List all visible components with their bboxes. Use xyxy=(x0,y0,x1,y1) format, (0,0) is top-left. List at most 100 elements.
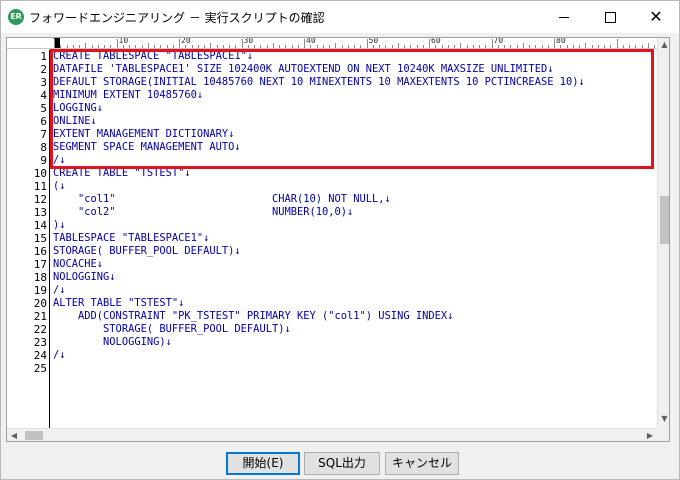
code-line[interactable]: "col2" NUMBER(10,0)↓ xyxy=(53,206,353,219)
ruler-tick xyxy=(397,43,399,48)
code-line[interactable]: /↓ xyxy=(53,349,66,362)
ruler-tick xyxy=(60,45,62,48)
scrollbar-corner xyxy=(657,428,669,441)
ruler-tick xyxy=(135,45,137,48)
ruler-tick xyxy=(404,45,405,48)
line-number: 20 xyxy=(33,297,47,310)
ruler-tick xyxy=(516,45,518,48)
line-number: 2 xyxy=(40,63,47,76)
line-number: 23 xyxy=(33,336,47,349)
close-button[interactable]: ✕ xyxy=(633,1,679,33)
vertical-scrollbar[interactable]: ▲ ▼ xyxy=(657,38,669,428)
scroll-up-icon[interactable]: ▲ xyxy=(658,38,669,52)
ruler-tick xyxy=(297,45,299,48)
close-icon: ✕ xyxy=(649,7,663,26)
line-number: 3 xyxy=(40,76,47,89)
ruler-tick xyxy=(472,45,474,48)
sql-output-button[interactable]: SQL出力 xyxy=(304,452,380,475)
scroll-right-icon[interactable]: ▶ xyxy=(643,429,657,441)
script-editor[interactable]: 10 20 30 40 50 60 70 80 1 2 3 4 5 6 7 8 9 10 11 12 13 14 15 16… xyxy=(6,37,670,442)
ruler-label: 60 xyxy=(431,37,441,45)
ruler-tick xyxy=(622,45,624,48)
ruler-tick xyxy=(85,43,87,48)
ruler-tick xyxy=(279,45,280,48)
line-number: 13 xyxy=(33,206,47,219)
ruler-label: 40 xyxy=(306,37,316,45)
horizontal-scrollbar[interactable]: ◀ ▶ xyxy=(7,428,657,441)
line-number: 11 xyxy=(33,180,47,193)
code-line[interactable]: "col1" CHAR(10) NOT NULL,↓ xyxy=(53,193,391,206)
ruler-tick xyxy=(266,45,268,48)
column-ruler: 10 20 30 40 50 60 70 80 xyxy=(7,38,657,49)
line-number: 4 xyxy=(40,89,47,102)
ruler-tick xyxy=(597,45,599,48)
ruler-tick xyxy=(322,45,324,48)
ruler-tick xyxy=(366,39,368,48)
ruler-tick xyxy=(635,45,637,48)
scroll-down-icon[interactable]: ▼ xyxy=(658,412,669,426)
code-line[interactable]: (↓ xyxy=(53,180,66,193)
line-number: 5 xyxy=(40,102,47,115)
ruler-tick xyxy=(79,45,80,48)
ruler-tick xyxy=(391,45,393,48)
title-bar[interactable]: ER フォワードエンジニアリング － 実行スクリプトの確認 ✕ xyxy=(1,1,679,33)
ruler-tick xyxy=(585,43,587,48)
code-line[interactable]: STORAGE( BUFFER_POOL DEFAULT)↓ xyxy=(53,323,291,336)
ruler-tick xyxy=(654,45,655,48)
start-button[interactable]: 開始(E) xyxy=(226,452,300,475)
ruler-tick xyxy=(604,45,605,48)
ruler-tick xyxy=(329,45,330,48)
ruler-tick xyxy=(460,43,462,48)
ruler-label: 50 xyxy=(368,37,379,45)
line-number: 12 xyxy=(33,193,47,206)
ruler-tick xyxy=(116,39,118,48)
ruler-tick xyxy=(572,45,574,48)
minimize-button[interactable] xyxy=(541,1,587,33)
ruler-tick xyxy=(529,45,530,48)
ruler-tick xyxy=(447,45,449,48)
ruler-tick xyxy=(354,45,355,48)
dialog-window: ER フォワードエンジニアリング － 実行スクリプトの確認 ✕ 10 20 30 40… xyxy=(0,0,680,480)
code-line[interactable]: TABLESPACE "TABLESPACE1"↓ xyxy=(53,232,209,245)
vertical-scroll-thumb[interactable] xyxy=(660,196,669,244)
code-line[interactable]: NOCACHE↓ xyxy=(53,258,103,271)
cancel-button[interactable]: キャンセル xyxy=(385,452,459,475)
ruler-tick xyxy=(610,45,612,48)
code-line[interactable]: ALTER TABLE "TSTEST"↓ xyxy=(53,297,184,310)
ruler-tick xyxy=(485,45,487,48)
ruler-tick xyxy=(304,39,305,48)
ruler-tick xyxy=(110,45,112,48)
ruler-tick xyxy=(160,45,162,48)
ruler-tick xyxy=(641,45,643,48)
line-number: 9 xyxy=(40,154,47,167)
ruler-tick xyxy=(191,45,193,48)
ruler-tick xyxy=(222,45,224,48)
code-line[interactable]: NOLOGGING↓ xyxy=(53,271,116,284)
horizontal-scroll-thumb[interactable] xyxy=(25,431,43,440)
ruler-tick xyxy=(91,45,93,48)
line-number: 18 xyxy=(33,271,47,284)
ruler-tick xyxy=(216,45,218,48)
ruler-tick xyxy=(341,45,343,48)
ruler-tick xyxy=(441,45,443,48)
ruler-tick xyxy=(54,39,55,48)
ruler-tick xyxy=(316,45,318,48)
maximize-icon xyxy=(604,11,616,23)
code-line[interactable]: )↓ xyxy=(53,219,66,232)
line-number: 7 xyxy=(40,128,47,141)
ruler-tick xyxy=(629,45,630,48)
code-line[interactable]: ADD(CONSTRAINT "PK_TSTEST" PRIMARY KEY (… xyxy=(53,310,453,323)
ruler-label: 80 xyxy=(556,37,566,45)
ruler-tick xyxy=(241,39,243,48)
code-line[interactable]: /↓ xyxy=(53,284,66,297)
ruler-tick xyxy=(541,45,543,48)
line-number: 25 xyxy=(33,362,47,375)
ruler-tick xyxy=(197,45,199,48)
ruler-tick xyxy=(535,45,537,48)
maximize-button[interactable] xyxy=(587,1,633,33)
code-line[interactable]: NOLOGGING)↓ xyxy=(53,336,172,349)
code-line[interactable]: STORAGE( BUFFER_POOL DEFAULT)↓ xyxy=(53,245,241,258)
scroll-left-icon[interactable]: ◀ xyxy=(7,429,21,441)
ruler-tick xyxy=(560,45,562,48)
ruler-tick xyxy=(260,45,262,48)
